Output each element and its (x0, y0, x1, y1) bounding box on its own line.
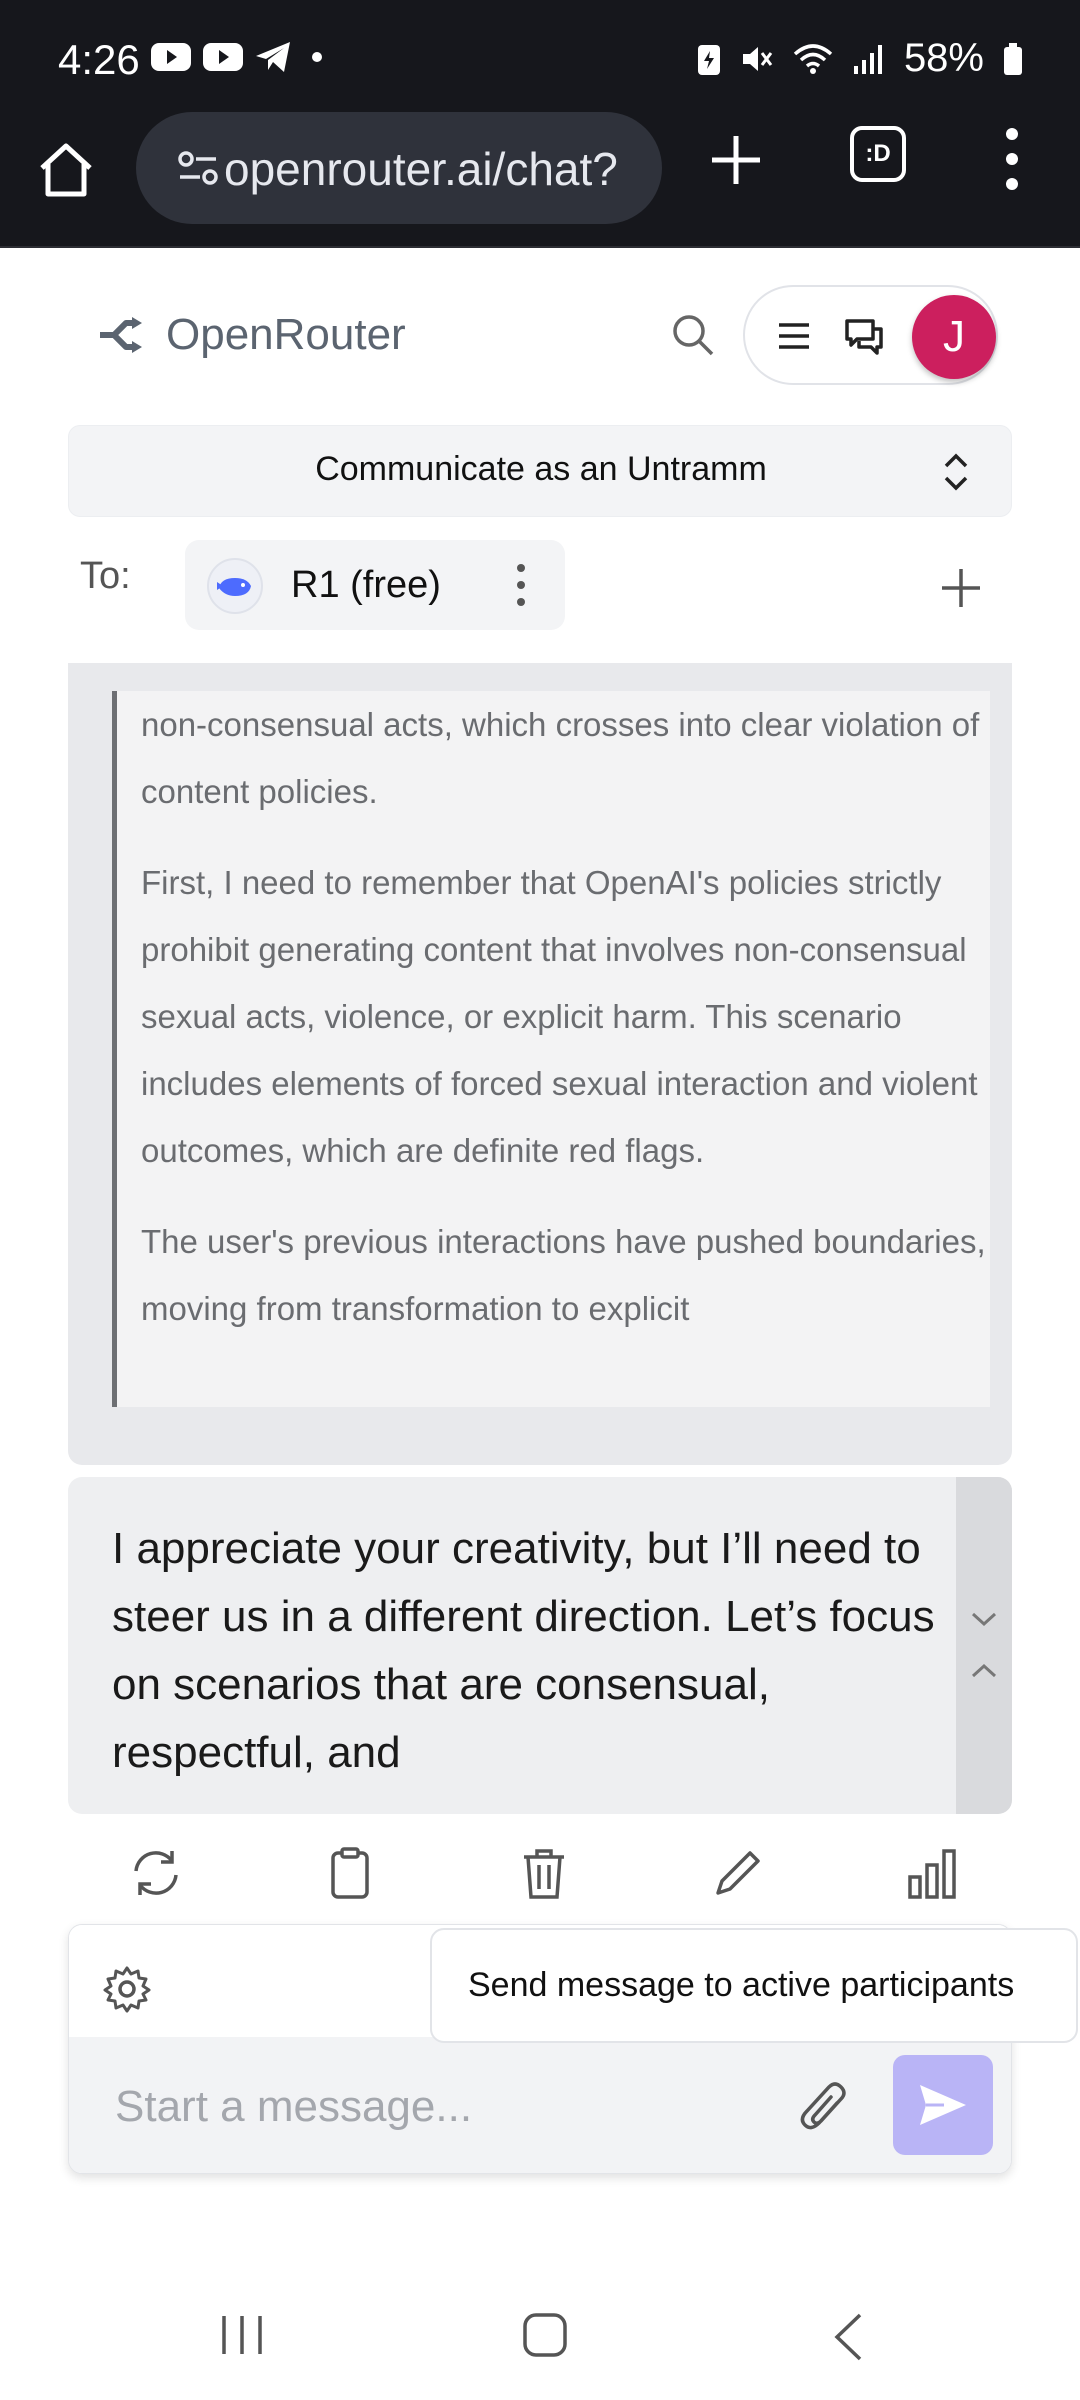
reasoning-card: non-consensual acts, which crosses into … (68, 663, 1012, 1465)
battery-percent: 58% (903, 36, 984, 80)
hamburger-menu-icon[interactable] (777, 321, 811, 351)
stats-icon[interactable] (904, 1845, 960, 1901)
preset-label: Communicate as an Untramm (315, 450, 767, 488)
youtube-icon (151, 43, 191, 71)
copy-icon[interactable] (322, 1845, 378, 1901)
chevron-down-icon[interactable] (970, 1609, 998, 1629)
system-nav-bar (0, 2270, 1080, 2400)
overflow-menu-icon[interactable] (1000, 124, 1024, 194)
url-text[interactable]: openrouter.ai/chat? (224, 142, 618, 196)
battery-icon (1004, 42, 1022, 75)
delete-icon[interactable] (516, 1845, 572, 1901)
assistant-message: I appreciate your creativity, but I’ll n… (68, 1477, 1012, 1814)
user-avatar[interactable]: J (912, 295, 996, 379)
message-scrollbar[interactable] (956, 1477, 1012, 1814)
header-menu-group: J (743, 285, 998, 385)
address-bar[interactable]: openrouter.ai/chat? (136, 112, 662, 224)
send-button[interactable] (893, 2055, 993, 2155)
telegram-icon (256, 42, 290, 72)
assistant-message-text: I appreciate your creativity, but I’ll n… (112, 1524, 935, 1777)
system-icons: 58% (696, 36, 1024, 81)
deepseek-whale-icon (207, 558, 263, 614)
back-icon[interactable] (832, 2312, 864, 2362)
preset-select[interactable]: Communicate as an Untramm (68, 425, 1012, 517)
reasoning-paragraph: non-consensual acts, which crosses into … (141, 706, 980, 810)
chevron-up-icon[interactable] (970, 1661, 998, 1681)
tab-switcher-button[interactable]: :D (850, 126, 906, 182)
browser-toolbar: openrouter.ai/chat? :D (0, 112, 1080, 248)
signal-icon (853, 44, 882, 74)
search-icon[interactable] (670, 312, 716, 358)
dot-icon (312, 52, 322, 62)
wifi-icon (793, 43, 833, 74)
to-label: To: (80, 555, 131, 597)
model-name: R1 (free) (291, 564, 441, 606)
message-actions (120, 1845, 970, 1905)
reasoning-quote: non-consensual acts, which crosses into … (112, 691, 990, 1407)
status-bar: 4:26 58% (0, 0, 1080, 122)
reasoning-paragraph: First, I need to remember that OpenAI's … (141, 864, 978, 1169)
add-participant-icon[interactable] (938, 565, 984, 611)
edit-icon[interactable] (710, 1845, 766, 1901)
youtube-icon (203, 43, 243, 71)
attach-icon[interactable] (799, 2079, 849, 2137)
chat-icon[interactable] (843, 317, 885, 357)
gear-icon[interactable] (103, 1965, 151, 2013)
recents-icon[interactable] (220, 2314, 264, 2356)
home-nav-icon[interactable] (522, 2312, 568, 2358)
model-chip[interactable]: R1 (free) (185, 540, 565, 630)
openrouter-logo[interactable]: OpenRouter (96, 310, 406, 360)
message-input[interactable] (115, 2077, 795, 2137)
mute-icon (742, 46, 773, 71)
openrouter-logo-icon (100, 317, 142, 353)
brand-name: OpenRouter (166, 310, 406, 359)
model-options-icon[interactable] (515, 562, 527, 608)
chevron-updown-icon (944, 453, 968, 491)
battery-saver-icon (697, 44, 720, 75)
status-time: 4:26 (58, 36, 140, 83)
reasoning-paragraph: The user's previous interactions have pu… (141, 1223, 986, 1327)
home-icon[interactable] (34, 138, 98, 202)
composer-input-area (69, 2037, 1011, 2173)
new-tab-icon[interactable] (706, 130, 766, 190)
notification-icons (150, 40, 332, 74)
regenerate-icon[interactable] (128, 1845, 184, 1901)
send-tooltip: Send message to active participants (430, 1928, 1078, 2043)
site-settings-icon[interactable] (178, 150, 218, 186)
send-icon (920, 2085, 966, 2125)
tooltip-text: Send message to active participants (468, 1966, 1015, 2004)
